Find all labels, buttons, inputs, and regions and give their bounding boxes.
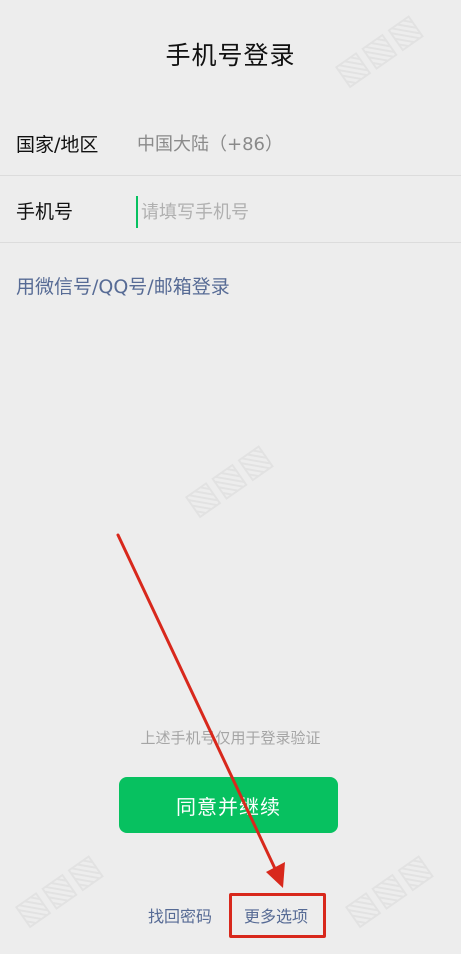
more-options-link[interactable]: 更多选项 — [244, 903, 308, 927]
phone-number-label: 手机号 — [16, 200, 74, 223]
page-title: 手机号登录 — [165, 41, 296, 70]
phone-number-row: 手机号 — [0, 178, 461, 243]
recover-password-link[interactable]: 找回密码 — [148, 903, 212, 927]
country-region-row[interactable]: 国家/地区 中国大陆（+86） — [0, 111, 461, 176]
watermark: ▧▧▧ — [7, 845, 110, 935]
agree-continue-button[interactable]: 同意并继续 — [119, 777, 338, 833]
alt-login-link[interactable]: 用微信号/QQ号/邮箱登录 — [16, 272, 230, 299]
country-region-value[interactable]: 中国大陆（+86） — [137, 130, 283, 156]
country-region-label: 国家/地区 — [16, 133, 99, 156]
watermark: ▧▧▧ — [177, 435, 280, 525]
verification-hint: 上述手机号仅用于登录验证 — [140, 729, 321, 747]
watermark: ▧▧▧ — [337, 845, 440, 935]
phone-number-input[interactable] — [136, 196, 443, 228]
